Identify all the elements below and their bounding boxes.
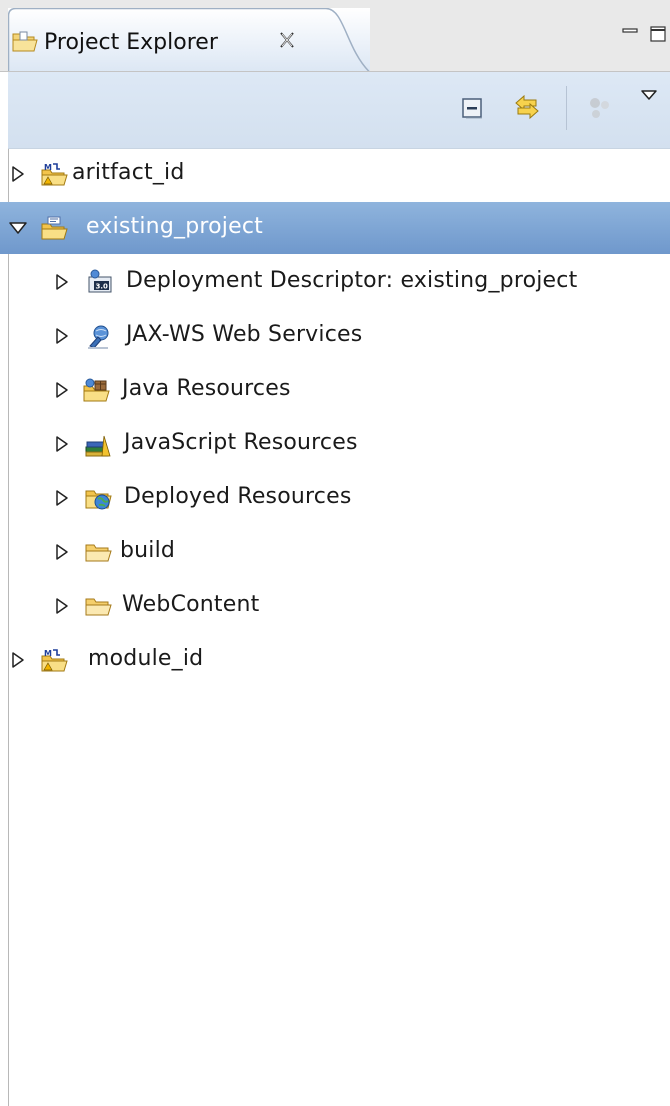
tree-item-label: existing_project xyxy=(86,214,263,239)
view-menu-icon[interactable] xyxy=(640,88,658,104)
tree-item-label: Deployed Resources xyxy=(124,484,352,509)
collapse-all-icon[interactable] xyxy=(460,96,486,122)
focus-on-active-task-icon[interactable] xyxy=(586,94,614,122)
tree-item-label: Java Resources xyxy=(122,376,291,401)
tree-item-aritfact-id[interactable]: M aritfact_id xyxy=(0,148,670,200)
svg-text:M: M xyxy=(44,649,52,658)
view-title: Project Explorer xyxy=(44,30,218,55)
tab-project-explorer[interactable]: Project Explorer xyxy=(8,8,370,72)
tree-item-deployment-descriptor[interactable]: 3.0 Deployment Descriptor: existing_proj… xyxy=(0,256,670,308)
view-tab-strip: Project Explorer xyxy=(0,0,670,72)
web-services-icon xyxy=(88,325,109,349)
maximize-icon[interactable] xyxy=(648,24,668,44)
tree-item-module-id[interactable]: M module_id xyxy=(0,634,670,686)
expand-arrow-icon[interactable] xyxy=(10,650,26,670)
expand-arrow-icon[interactable] xyxy=(54,434,70,454)
tree-item-label: module_id xyxy=(88,646,204,671)
tree-item-javascript-resources[interactable]: JavaScript Resources xyxy=(0,418,670,470)
maven-project-icon: M xyxy=(41,163,68,186)
deployed-resources-icon xyxy=(85,490,112,510)
link-with-editor-icon[interactable] xyxy=(512,92,542,122)
expand-arrow-icon[interactable] xyxy=(54,488,70,508)
javascript-resources-icon xyxy=(85,435,111,457)
minimize-icon[interactable] xyxy=(620,24,640,44)
deployment-descriptor-icon: 3.0 xyxy=(88,269,112,293)
expand-arrow-icon[interactable] xyxy=(54,272,70,292)
folder-icon xyxy=(85,598,112,616)
tree-item-webcontent[interactable]: WebContent xyxy=(0,580,670,632)
tree-item-label: JavaScript Resources xyxy=(124,430,358,455)
tree-item-label: JAX-WS Web Services xyxy=(126,322,363,347)
tree-item-existing-project[interactable]: existing_project xyxy=(0,202,670,254)
maven-project-icon: M xyxy=(41,649,68,672)
project-explorer-icon xyxy=(12,31,38,52)
expand-arrow-icon[interactable] xyxy=(10,164,26,184)
svg-text:3.0: 3.0 xyxy=(96,283,109,291)
expand-arrow-icon[interactable] xyxy=(54,380,70,400)
tree-item-label: build xyxy=(120,538,176,563)
java-resources-icon xyxy=(83,378,110,402)
toolbar-separator xyxy=(566,86,567,130)
tree-item-build[interactable]: build xyxy=(0,526,670,578)
collapse-arrow-icon[interactable] xyxy=(8,218,28,238)
expand-arrow-icon[interactable] xyxy=(54,542,70,562)
expand-arrow-icon[interactable] xyxy=(54,596,70,616)
tree-item-label: WebContent xyxy=(122,592,260,617)
folder-icon xyxy=(85,544,112,562)
view-toolbar xyxy=(8,72,670,149)
web-project-icon xyxy=(41,216,68,240)
close-tab-icon[interactable] xyxy=(278,30,296,50)
svg-text:M: M xyxy=(44,163,52,172)
tree-item-deployed-resources[interactable]: Deployed Resources xyxy=(0,472,670,524)
expand-arrow-icon[interactable] xyxy=(54,326,70,346)
tree-item-label: aritfact_id xyxy=(72,160,185,185)
tree-item-java-resources[interactable]: Java Resources xyxy=(0,364,670,416)
tree-item-jax-ws-web-services[interactable]: JAX-WS Web Services xyxy=(0,310,670,362)
tree-item-label: Deployment Descriptor: existing_project xyxy=(126,268,578,293)
